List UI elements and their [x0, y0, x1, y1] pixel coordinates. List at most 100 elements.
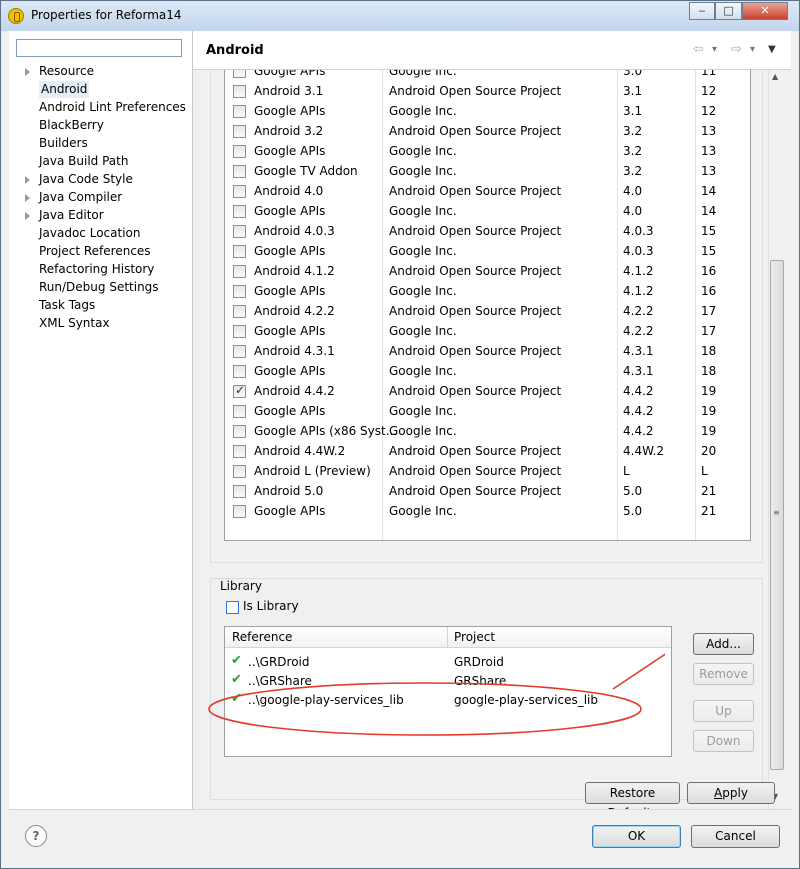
sidebar-item[interactable]: BlackBerry [39, 117, 104, 134]
expand-arrow-icon[interactable] [25, 68, 30, 76]
sidebar-item[interactable]: Resource [25, 63, 94, 80]
sidebar-item[interactable]: Run/Debug Settings [39, 279, 159, 296]
target-vendor: Google Inc. [389, 204, 457, 218]
target-checkbox[interactable] [233, 225, 246, 238]
sidebar-item[interactable]: Java Editor [25, 207, 104, 224]
target-checkbox[interactable] [233, 245, 246, 258]
target-checkbox[interactable] [233, 145, 246, 158]
target-api: 19 [701, 404, 717, 418]
help-icon[interactable]: ? [25, 825, 47, 847]
view-menu-icon[interactable]: ▼ [768, 44, 776, 55]
table-row[interactable]: Google APIs Google Inc. 3.0 11 [225, 70, 750, 81]
table-row[interactable]: Android 5.0 Android Open Source Project 5.… [225, 481, 750, 501]
maximize-button[interactable]: □ [715, 2, 742, 20]
table-row[interactable]: Android 4.4.2 Android Open Source Project… [225, 381, 750, 401]
table-row[interactable]: Google APIs Google Inc. 4.3.1 18 [225, 361, 750, 381]
table-row[interactable]: Google APIs (x86 Syst... Google Inc. 4.4.2… [225, 421, 750, 441]
sidebar-item[interactable]: Java Code Style [25, 171, 133, 188]
target-name: Google APIs [254, 284, 326, 298]
move-up-button[interactable]: Up [693, 700, 754, 722]
table-row[interactable]: Android 4.1.2 Android Open Source Project… [225, 261, 750, 281]
target-api: 11 [701, 70, 717, 78]
target-checkbox[interactable] [233, 465, 246, 478]
target-checkbox[interactable] [233, 105, 246, 118]
target-checkbox[interactable] [233, 345, 246, 358]
table-row[interactable]: Android 3.2 Android Open Source Project 3.… [225, 121, 750, 141]
target-checkbox[interactable] [233, 205, 246, 218]
vertical-scrollbar[interactable]: ▲ ≡ ▼ [768, 70, 786, 809]
target-checkbox[interactable] [233, 305, 246, 318]
target-vendor: Android Open Source Project [389, 464, 562, 478]
cancel-button[interactable]: Cancel [691, 825, 780, 848]
sidebar-item[interactable]: Refactoring History [39, 261, 154, 278]
table-row[interactable]: Google APIs Google Inc. 4.0 14 [225, 201, 750, 221]
table-row[interactable]: Android L (Preview) Android Open Source P… [225, 461, 750, 481]
table-row[interactable]: Google APIs Google Inc. 4.0.3 15 [225, 241, 750, 261]
table-row[interactable]: Google APIs Google Inc. 4.4.2 19 [225, 401, 750, 421]
move-down-button[interactable]: Down [693, 730, 754, 752]
is-library-box[interactable] [226, 601, 239, 614]
table-row[interactable]: Google APIs Google Inc. 3.1 12 [225, 101, 750, 121]
table-row[interactable]: Android 4.2.2 Android Open Source Project… [225, 301, 750, 321]
filter-input[interactable] [16, 39, 182, 57]
sidebar-item[interactable]: XML Syntax [39, 315, 110, 332]
target-checkbox[interactable] [233, 185, 246, 198]
target-checkbox[interactable] [233, 425, 246, 438]
sidebar-item-label: Android Lint Preferences [39, 100, 186, 114]
table-row[interactable]: Android 4.4W.2 Android Open Source Projec… [225, 441, 750, 461]
target-checkbox[interactable] [233, 485, 246, 498]
expand-arrow-icon[interactable] [25, 194, 30, 202]
sidebar-item[interactable]: Project References [39, 243, 151, 260]
target-checkbox[interactable] [233, 365, 246, 378]
restore-defaults-button[interactable]: Restore Defaults [585, 782, 680, 820]
add-library-button[interactable]: Add... [693, 633, 754, 655]
target-name: Android 4.1.2 [254, 264, 335, 278]
back-dropdown-icon[interactable]: ▾ [712, 44, 717, 55]
ok-button[interactable]: OK [592, 825, 681, 848]
table-row[interactable]: Google APIs Google Inc. 3.2 13 [225, 141, 750, 161]
target-checkbox[interactable] [233, 285, 246, 298]
remove-library-button[interactable]: Remove [693, 663, 754, 685]
scroll-up-icon[interactable]: ▲ [772, 72, 778, 81]
sidebar-item[interactable]: Java Build Path [39, 153, 128, 170]
target-vendor: Android Open Source Project [389, 344, 562, 358]
back-icon[interactable]: ⇦ [693, 42, 704, 57]
apply-button[interactable]: Apply [687, 782, 775, 804]
sidebar-item[interactable]: Builders [39, 135, 88, 152]
target-checkbox[interactable] [233, 445, 246, 458]
table-row[interactable]: Google APIs Google Inc. 4.1.2 16 [225, 281, 750, 301]
scrollbar-thumb[interactable]: ≡ [770, 260, 784, 770]
table-row[interactable]: Google APIs Google Inc. 4.2.2 17 [225, 321, 750, 341]
minimize-button[interactable]: ‒ [689, 2, 715, 20]
target-checkbox[interactable] [233, 125, 246, 138]
red-annotation-overlay [208, 653, 665, 736]
forward-icon[interactable]: ⇨ [731, 42, 742, 57]
target-checkbox[interactable] [233, 70, 246, 78]
expand-arrow-icon[interactable] [25, 212, 30, 220]
target-platform: 4.4.2 [623, 424, 654, 438]
target-checkbox[interactable] [233, 383, 246, 398]
sidebar-item[interactable]: Task Tags [39, 297, 95, 314]
table-row[interactable]: Google TV Addon Google Inc. 3.2 13 [225, 161, 750, 181]
sidebar-item[interactable]: Java Compiler [25, 189, 122, 206]
table-row[interactable]: Android 4.0 Android Open Source Project 4.… [225, 181, 750, 201]
sidebar-item[interactable]: Android Lint Preferences [39, 99, 186, 116]
target-checkbox[interactable] [233, 165, 246, 178]
target-checkbox[interactable] [233, 325, 246, 338]
table-row[interactable]: Google APIs Google Inc. 5.0 21 [225, 501, 750, 521]
target-checkbox[interactable] [233, 85, 246, 98]
sidebar-item[interactable]: Javadoc Location [39, 225, 140, 242]
close-button[interactable]: ✕ [742, 2, 788, 20]
table-row[interactable]: Android 3.1 Android Open Source Project 3.… [225, 81, 750, 101]
target-checkbox[interactable] [233, 505, 246, 518]
target-api: 19 [701, 424, 717, 438]
expand-arrow-icon[interactable] [25, 176, 30, 184]
sidebar-item-label: Java Editor [39, 208, 104, 222]
table-row[interactable]: Android 4.3.1 Android Open Source Project… [225, 341, 750, 361]
sidebar-item[interactable]: Android [39, 81, 90, 98]
target-checkbox[interactable] [233, 265, 246, 278]
table-row[interactable]: Android 4.0.3 Android Open Source Project… [225, 221, 750, 241]
target-checkbox[interactable] [233, 405, 246, 418]
is-library-label: Is Library [243, 599, 299, 613]
forward-dropdown-icon[interactable]: ▾ [750, 44, 755, 55]
